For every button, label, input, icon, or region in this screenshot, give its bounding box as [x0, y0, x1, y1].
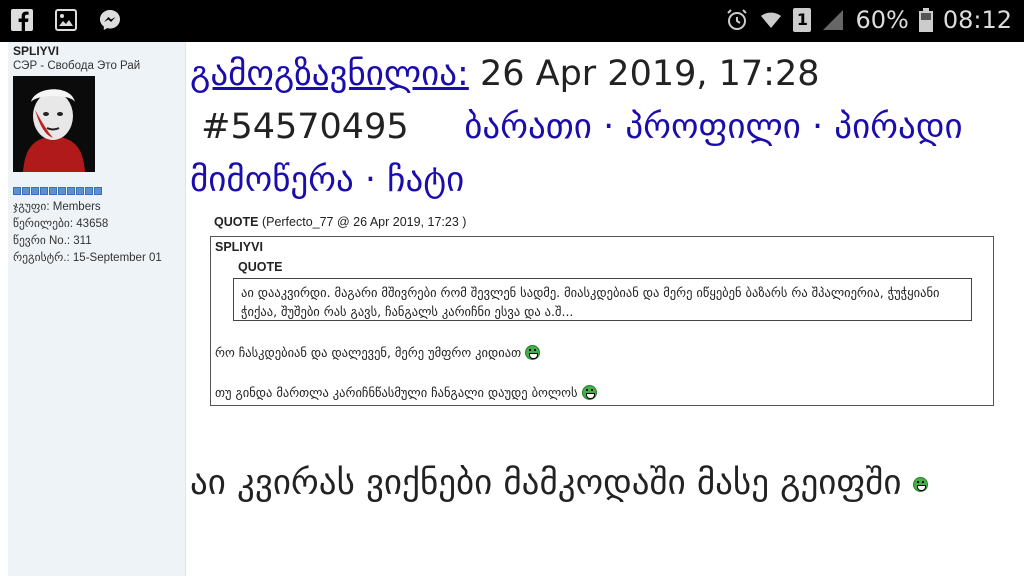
battery-icon — [918, 8, 933, 32]
post-content: გამოგზავნილია: 26 Apr 2019, 17:28 #54570… — [190, 42, 1024, 576]
author-title: СЭР - Свобода Это Рай — [13, 60, 141, 72]
separator: · — [603, 107, 615, 147]
author-info: ჯგუფი: Members წერილები: 43658 წევრი No.… — [13, 199, 162, 267]
separator: · — [812, 107, 824, 147]
author-member-no: წევრი No.: 311 — [13, 235, 92, 247]
separator: · — [364, 160, 377, 200]
laugh-smiley-icon — [525, 345, 541, 360]
battery-percent: 60% — [855, 6, 909, 34]
profile-link[interactable]: პროფილი — [625, 107, 801, 147]
nested-quote-box: აი დააკვირდი. მაგარი მშივრები რომ შევლენ… — [233, 278, 972, 321]
quote-box: SPLIYVI QUOTE აი დააკვირდი. მაგარი მშივრ… — [210, 236, 994, 406]
author-sidebar: SPLIYVI СЭР - Свобода Это Рай ჯგუფი: Mem… — [8, 42, 186, 576]
quote-reply-line-2: თუ გინდა მართლა კარიჩნწასმული ჩანგალი და… — [215, 385, 597, 400]
sim-icon: 1 — [793, 8, 812, 32]
quote-inner-username: SPLIYVI — [215, 240, 263, 254]
post-body-text: აი კვირას ვიქნები მამკოდაში მასე გეიფში — [190, 463, 902, 503]
gallery-icon — [54, 8, 78, 32]
quote-reply-text-2: თუ გინდა მართლა კარიჩნწასმული ჩანგალი და… — [215, 385, 578, 400]
post-sent-link[interactable]: გამოგზავნილია: — [190, 54, 469, 94]
nested-quote-text: აი დააკვირდი. მაგარი მშივრები რომ შევლენ… — [241, 285, 940, 319]
card-link[interactable]: ბარათი — [464, 107, 592, 147]
post-id: #54570495 — [201, 107, 409, 147]
author-username[interactable]: SPLIYVI — [13, 44, 59, 58]
rank-pips — [13, 187, 102, 195]
author-registered: რეგისტრ.: 15-September 01 — [13, 252, 162, 264]
alarm-icon — [725, 8, 749, 32]
clock: 08:12 — [942, 6, 1012, 34]
facebook-icon — [10, 8, 34, 32]
laugh-smiley-icon — [581, 385, 597, 400]
chat-link[interactable]: ჩატი — [387, 160, 464, 200]
laugh-smiley-icon — [912, 476, 928, 492]
quote-meta: (Perfecto_77 @ 26 Apr 2019, 17:23 ) — [261, 215, 467, 229]
signal-icon — [821, 8, 845, 32]
post-body: აი კვირას ვიქნები მამკოდაში მასე გეიფში — [190, 457, 1024, 510]
quote-label: QUOTE — [214, 215, 259, 229]
status-bar: 1 60% 08:12 — [0, 0, 1024, 42]
quote-reply-line-1: რო ჩასკდებიან და დალევენ, მერე უმფრო კიდ… — [215, 345, 541, 360]
wifi-icon — [759, 8, 783, 32]
quote-reply-text-1: რო ჩასკდებიან და დალევენ, მერე უმფრო კიდ… — [215, 345, 522, 360]
quote-header: QUOTE (Perfecto_77 @ 26 Apr 2019, 17:23 … — [214, 215, 466, 229]
avatar[interactable] — [13, 76, 95, 172]
author-group: ჯგუფი: Members — [13, 201, 101, 213]
author-posts: წერილები: 43658 — [13, 218, 109, 230]
post-header: გამოგზავნილია: 26 Apr 2019, 17:28 #54570… — [190, 48, 1024, 207]
messenger-icon — [98, 8, 122, 32]
post-date: 26 Apr 2019, 17:28 — [479, 54, 820, 94]
nested-quote-label: QUOTE — [238, 260, 283, 274]
